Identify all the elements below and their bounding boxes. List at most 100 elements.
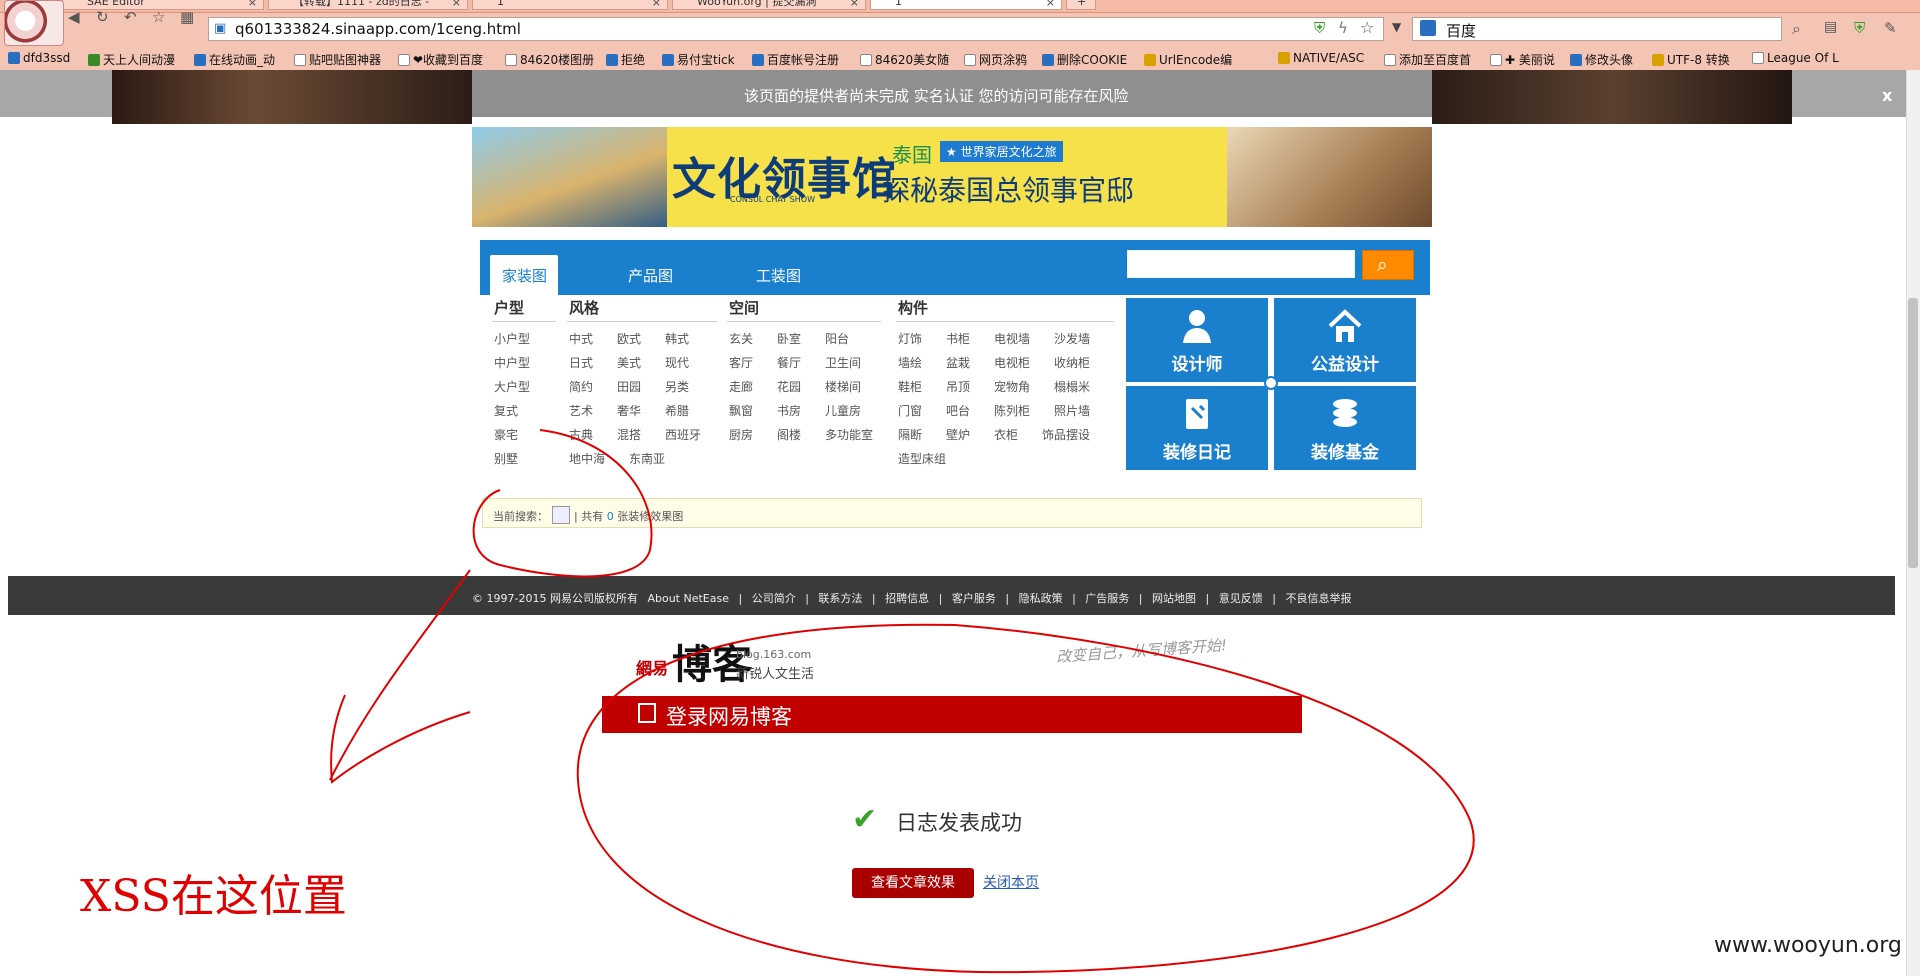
bookmark-item[interactable]: dfd3ssd (8, 51, 70, 65)
category-link[interactable]: 壁炉 (946, 426, 970, 443)
category-link[interactable]: 西班牙 (665, 426, 701, 443)
banner-ad[interactable]: 文化领事馆 CONSUL CHAT SHOW 泰国 ★ 世界家居文化之旅 探秘泰… (472, 127, 1432, 227)
tab-active[interactable]: 1 × (870, 0, 1062, 10)
category-link[interactable]: 照片墙 (1054, 402, 1090, 419)
category-link[interactable]: 榻榻米 (1054, 378, 1090, 395)
tile-decoration-fund[interactable]: 装修基金 (1274, 386, 1416, 470)
category-link[interactable]: 多功能室 (825, 426, 873, 443)
category-link[interactable]: 走廊 (729, 378, 753, 395)
tab-wooyun[interactable]: WooYun.org | 提交漏洞 × (672, 0, 866, 10)
category-link[interactable]: 陈列柜 (994, 402, 1030, 419)
bookmark-item[interactable]: NATIVE/ASC (1278, 51, 1364, 65)
bookmark-item[interactable]: 贴吧贴图神器 (294, 51, 381, 68)
footer-link[interactable]: About NetEase (647, 592, 729, 605)
category-link[interactable]: 中式 (569, 330, 593, 347)
tab-blog-post[interactable]: 【转载】1111 - zd的日志 - × (268, 0, 468, 10)
category-link[interactable]: 卧室 (777, 330, 801, 347)
footer-link[interactable]: 意见反馈 (1219, 592, 1263, 605)
new-tab-button[interactable]: + (1066, 0, 1096, 10)
tools-icon[interactable]: ✎ (1884, 19, 1897, 37)
category-link[interactable]: 门窗 (898, 402, 922, 419)
bookmark-item[interactable]: 天上人间动漫 (88, 51, 175, 68)
category-link[interactable]: 电视柜 (994, 354, 1030, 371)
bookmark-item[interactable]: ✚ 美丽说 (1490, 51, 1555, 68)
category-link[interactable]: 小户型 (494, 330, 530, 347)
category-link[interactable]: 欧式 (617, 330, 641, 347)
category-link[interactable]: 希腊 (665, 402, 689, 419)
close-tab-icon[interactable]: × (452, 0, 461, 9)
category-link[interactable]: 隔断 (898, 426, 922, 443)
search-input[interactable] (1127, 250, 1355, 278)
close-page-link[interactable]: 关闭本页 (983, 872, 1039, 892)
bookmark-star-icon[interactable]: ☆ (1360, 18, 1374, 37)
bookmark-item[interactable]: ❤收藏到百度 (398, 51, 483, 68)
category-link[interactable]: 阳台 (825, 330, 849, 347)
tab-1[interactable]: 1 × (472, 0, 668, 10)
category-link[interactable]: 收纳柜 (1054, 354, 1090, 371)
category-link[interactable]: 餐厅 (777, 354, 801, 371)
bookmark-item[interactable]: 添加至百度首 (1384, 51, 1471, 68)
search-button[interactable]: ⌕ (1362, 250, 1414, 280)
tab-gongzhuangtu[interactable]: 工装图 (756, 265, 801, 286)
category-link[interactable]: 宠物角 (994, 378, 1030, 395)
bookmark-item[interactable]: UTF-8 转换 (1652, 51, 1730, 68)
star-icon[interactable]: ☆ (152, 8, 165, 26)
magnifier-icon[interactable]: ⌕ (1792, 19, 1801, 39)
category-link[interactable]: 吧台 (946, 402, 970, 419)
bookmark-item[interactable]: 删除COOKIE (1042, 51, 1127, 68)
category-link[interactable]: 儿童房 (825, 402, 861, 419)
dropdown-arrow-icon[interactable]: ▼ (1392, 20, 1401, 34)
bookmark-item[interactable]: 百度帐号注册 (752, 51, 839, 68)
bookmark-item[interactable]: 网页涂鸦 (964, 51, 1027, 68)
category-link[interactable]: 别墅 (494, 450, 518, 467)
view-article-button[interactable]: 查看文章效果 (852, 868, 974, 898)
category-link[interactable]: 现代 (665, 354, 689, 371)
bookmark-item[interactable]: 修改头像 (1570, 51, 1633, 68)
footer-link[interactable]: 不良信息举报 (1285, 592, 1351, 605)
back-icon[interactable]: ◀ (68, 8, 80, 26)
category-link[interactable]: 厨房 (729, 426, 753, 443)
category-link[interactable]: 电视墙 (994, 330, 1030, 347)
category-link[interactable]: 美式 (617, 354, 641, 371)
category-link[interactable]: 另类 (665, 378, 689, 395)
category-link[interactable]: 艺术 (569, 402, 593, 419)
close-tab-icon[interactable]: × (248, 0, 257, 9)
category-link[interactable]: 衣柜 (994, 426, 1018, 443)
warning-close-button[interactable]: x (1882, 86, 1892, 105)
reload-icon[interactable]: ↻ (96, 8, 109, 26)
bookmark-item[interactable]: 拒绝 (606, 51, 645, 68)
category-link[interactable]: 卫生间 (825, 354, 861, 371)
category-link[interactable]: 饰品摆设 (1042, 426, 1090, 443)
footer-link[interactable]: 网站地图 (1152, 592, 1196, 605)
tile-decoration-diary[interactable]: 装修日记 (1126, 386, 1268, 470)
footer-link[interactable]: 隐私政策 (1019, 592, 1063, 605)
category-link[interactable]: 古典 (569, 426, 593, 443)
category-link[interactable]: 花园 (777, 378, 801, 395)
category-link[interactable]: 鞋柜 (898, 378, 922, 395)
close-tab-icon[interactable]: × (850, 0, 859, 9)
bookmark-item[interactable]: 84620美女随 (860, 51, 949, 68)
category-link[interactable]: 东南亚 (629, 450, 665, 467)
bookmark-item[interactable]: UrlEncode编 (1144, 51, 1232, 68)
tab-jiazhuangtu[interactable]: 家装图 (502, 265, 547, 286)
category-link[interactable]: 书房 (777, 402, 801, 419)
category-link[interactable]: 飘窗 (729, 402, 753, 419)
category-link[interactable]: 楼梯间 (825, 378, 861, 395)
category-link[interactable]: 复式 (494, 402, 518, 419)
footer-link[interactable]: 公司简介 (752, 592, 796, 605)
category-link[interactable]: 混搭 (617, 426, 641, 443)
tile-public-design[interactable]: 公益设计 (1274, 298, 1416, 382)
category-link[interactable]: 吊顶 (946, 378, 970, 395)
category-link[interactable]: 盆栽 (946, 354, 970, 371)
category-link[interactable]: 沙发墙 (1054, 330, 1090, 347)
category-link[interactable]: 中户型 (494, 354, 530, 371)
tile-designer[interactable]: 设计师 (1126, 298, 1268, 382)
category-link[interactable]: 奢华 (617, 402, 641, 419)
tab-chanpintu[interactable]: 产品图 (628, 265, 673, 286)
grid-icon[interactable]: ▦ (180, 8, 194, 26)
category-link[interactable]: 玄关 (729, 330, 753, 347)
bookmark-item[interactable]: 易付宝tick (662, 51, 735, 68)
category-link[interactable]: 墙绘 (898, 354, 922, 371)
security-icon[interactable]: ⛨ (1854, 19, 1865, 37)
category-link[interactable]: 豪宅 (494, 426, 518, 443)
